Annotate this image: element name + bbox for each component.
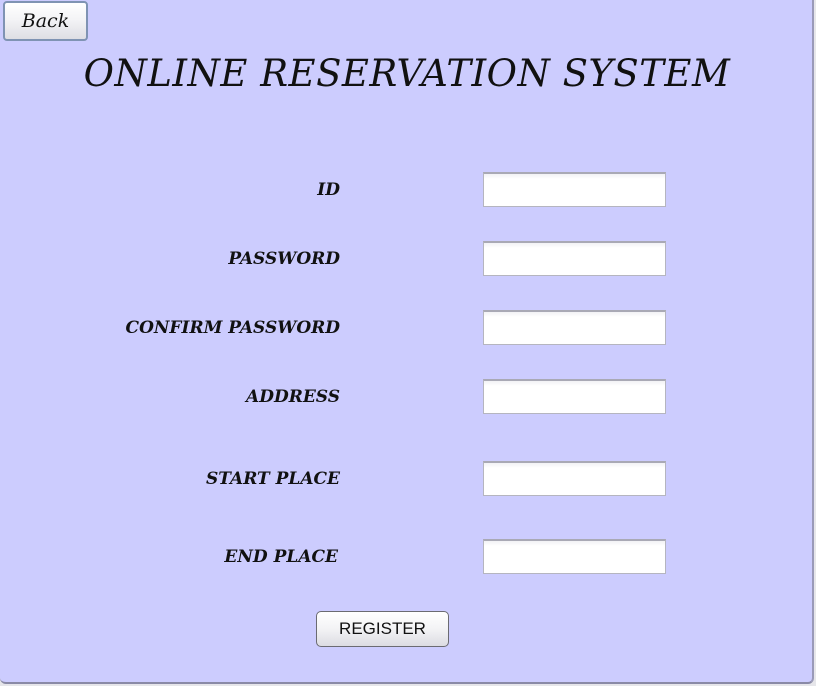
registration-window: Back ONLINE RESERVATION SYSTEM ID PASSWO… <box>0 0 814 684</box>
back-button[interactable]: Back <box>3 1 88 41</box>
address-label: ADDRESS <box>246 387 340 407</box>
id-label: ID <box>317 180 340 200</box>
start-place-field[interactable] <box>483 461 666 496</box>
page-title: ONLINE RESERVATION SYSTEM <box>83 52 731 95</box>
id-field[interactable] <box>483 172 666 207</box>
confirm-password-label: CONFIRM PASSWORD <box>125 318 340 338</box>
register-button[interactable]: REGISTER <box>316 611 449 647</box>
end-place-label: END PLACE <box>224 547 338 567</box>
confirm-password-field[interactable] <box>483 310 666 345</box>
password-label: PASSWORD <box>228 249 340 269</box>
password-field[interactable] <box>483 241 666 276</box>
start-place-label: START PLACE <box>206 469 340 489</box>
address-field[interactable] <box>483 379 666 414</box>
end-place-field[interactable] <box>483 539 666 574</box>
